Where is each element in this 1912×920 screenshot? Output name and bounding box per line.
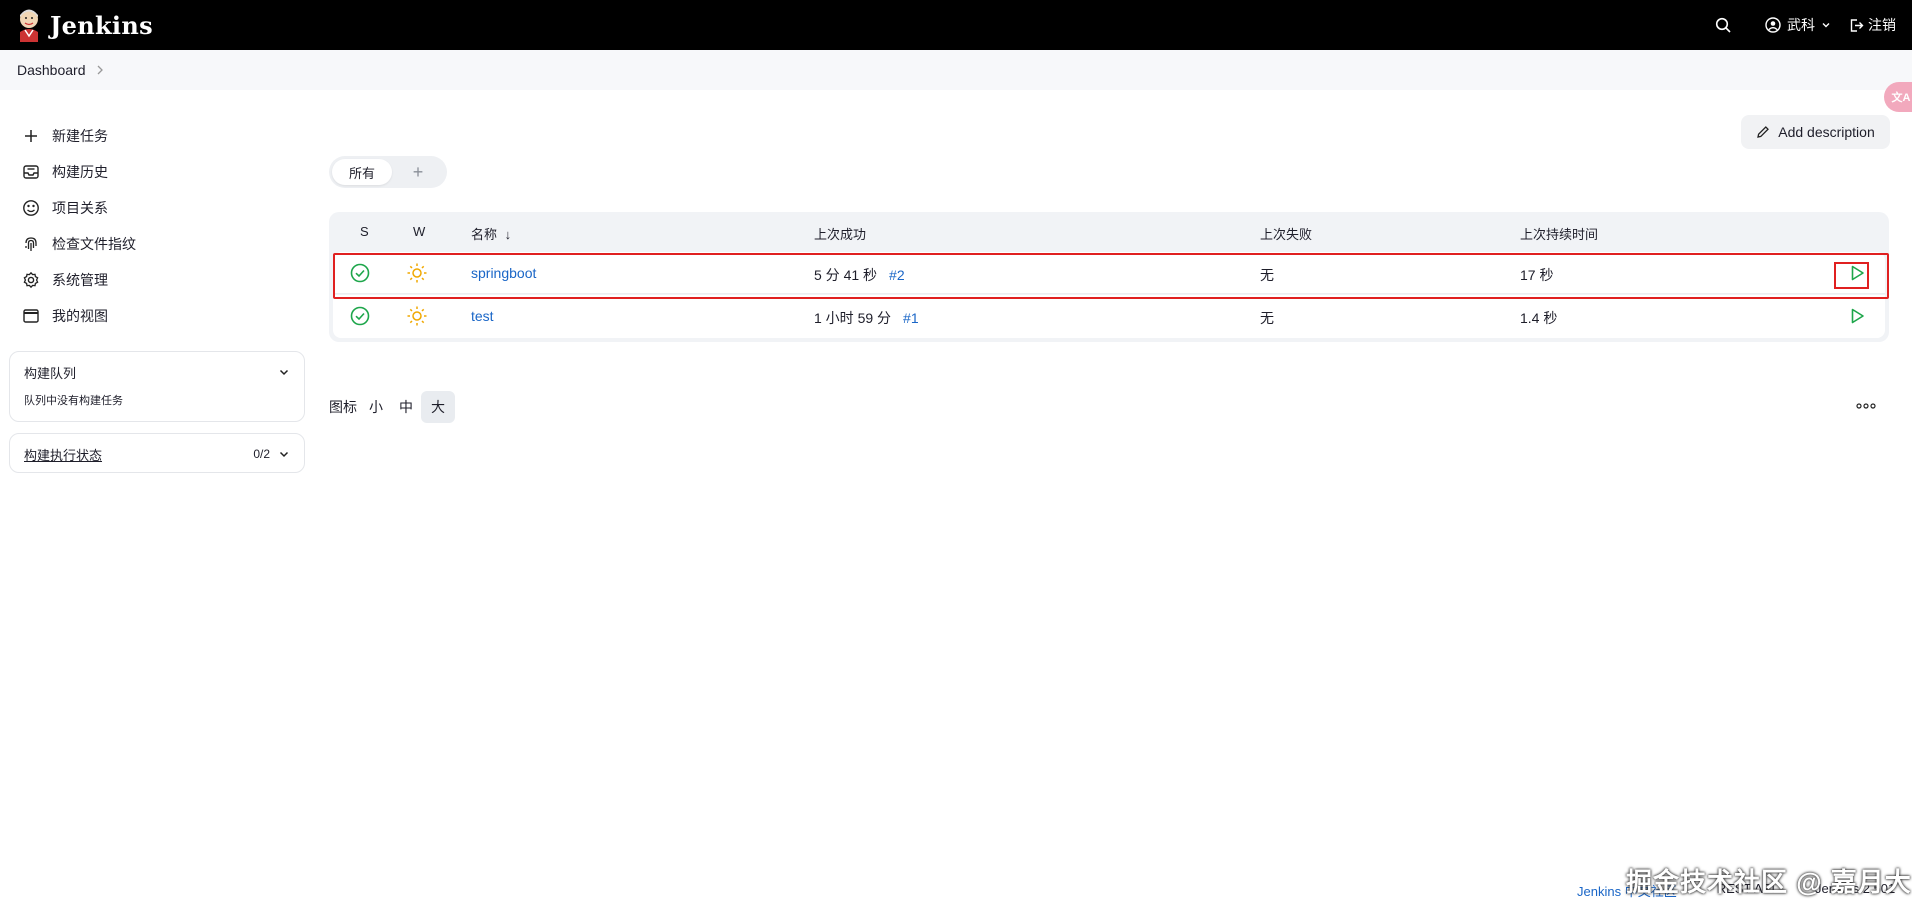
executors-title[interactable]: 构建执行状态 — [24, 445, 102, 464]
search-button[interactable] — [1715, 17, 1731, 33]
fingerprint-icon — [20, 233, 42, 255]
sidebar-item-label: 项目关系 — [52, 200, 108, 216]
logout-label: 注销 — [1868, 17, 1896, 33]
chevron-right-icon[interactable] — [96, 65, 104, 75]
relation-icon — [20, 197, 42, 219]
window-icon — [20, 305, 42, 327]
sidebar-item-label: 我的视图 — [52, 308, 108, 324]
column-name[interactable]: 名称 ↓ — [471, 224, 511, 243]
icon-size-medium[interactable]: 中 — [389, 391, 423, 423]
sidebar-tasks: 新建任务 构建历史 项目关系 检查文件指纹 系统管理 我的视图 — [20, 118, 280, 334]
build-number-link[interactable]: #1 — [903, 310, 919, 326]
success-status-icon[interactable] — [349, 305, 371, 327]
add-description-button[interactable]: Add description — [1741, 115, 1890, 149]
sunny-weather-icon[interactable] — [406, 262, 428, 284]
last-duration-cell: 17 秒 — [1520, 267, 1554, 283]
top-header: Jenkins 武科 注销 — [0, 0, 1912, 50]
gear-icon — [20, 269, 42, 291]
sidebar-item-label: 检查文件指纹 — [52, 236, 136, 252]
sidebar-item-fingerprint[interactable]: 检查文件指纹 — [20, 226, 280, 262]
build-queue-header[interactable]: 构建队列 — [10, 352, 304, 392]
column-last-failure[interactable]: 上次失败 — [1260, 224, 1312, 243]
sidebar-item-new-job[interactable]: 新建任务 — [20, 118, 280, 154]
user-name: 武科 — [1787, 17, 1815, 33]
success-status-icon[interactable] — [349, 262, 371, 284]
icon-size-selector: 图标 小 中 大 — [329, 391, 455, 423]
table-header: S W 名称 ↓ 上次成功 上次失败 上次持续时间 — [329, 212, 1889, 250]
build-queue-empty: 队列中没有构建任务 — [24, 395, 123, 407]
watermark: 掘金技术社区 @ 嘉月大 — [1626, 867, 1912, 897]
sidebar-item-build-history[interactable]: 构建历史 — [20, 154, 280, 190]
translate-icon[interactable]: 文A — [1884, 82, 1912, 112]
logout-icon — [1850, 18, 1864, 32]
last-duration-cell: 1.4 秒 — [1520, 310, 1558, 326]
icon-size-label: 图标 — [329, 399, 357, 415]
column-weather[interactable]: W — [413, 224, 425, 239]
icon-size-large[interactable]: 大 — [421, 391, 455, 423]
jenkins-logo-icon — [20, 9, 38, 42]
icon-size-small[interactable]: 小 — [359, 391, 393, 423]
sidebar-item-project-relationship[interactable]: 项目关系 — [20, 190, 280, 226]
play-icon[interactable] — [1846, 305, 1868, 327]
plus-icon — [20, 125, 42, 147]
last-failure-cell: 无 — [1260, 310, 1274, 326]
tab-all[interactable]: 所有 — [332, 159, 392, 185]
last-success-cell: 5 分 41 秒 #2 — [814, 265, 905, 285]
logout-button[interactable]: 注销 — [1849, 15, 1896, 35]
build-queue-pane: 构建队列 队列中没有构建任务 — [9, 351, 305, 422]
add-view-button[interactable]: + — [392, 162, 444, 183]
breadcrumb: Dashboard — [0, 50, 1912, 90]
search-icon — [1715, 17, 1731, 33]
executors-pane: 构建执行状态 0/2 — [9, 433, 305, 473]
table-row: test 1 小时 59 分 #1 无 1.4 秒 — [333, 295, 1885, 338]
view-tabs: 所有 + — [329, 156, 447, 188]
sidebar-item-label: 系统管理 — [52, 272, 108, 288]
build-number-link[interactable]: #2 — [889, 267, 905, 283]
jobs-table: S W 名称 ↓ 上次成功 上次失败 上次持续时间 springboot 5 分… — [329, 212, 1889, 342]
job-link-test[interactable]: test — [471, 308, 494, 324]
table-row: springboot 5 分 41 秒 #2 无 17 秒 — [333, 252, 1885, 294]
sidebar-item-manage-jenkins[interactable]: 系统管理 — [20, 262, 280, 298]
column-status[interactable]: S — [360, 224, 369, 239]
column-name-label: 名称 — [471, 227, 498, 242]
more-options-icon[interactable] — [1855, 398, 1877, 414]
chevron-down-icon[interactable] — [278, 448, 290, 460]
last-failure-cell: 无 — [1260, 267, 1274, 283]
pencil-icon — [1757, 126, 1770, 138]
sidebar-item-label: 新建任务 — [52, 128, 108, 144]
job-link-springboot[interactable]: springboot — [471, 265, 536, 281]
sort-arrow-icon: ↓ — [504, 227, 512, 242]
add-description-label: Add description — [1778, 124, 1875, 140]
user-menu[interactable]: 武科 — [1765, 15, 1831, 35]
column-last-success[interactable]: 上次成功 — [814, 224, 866, 243]
executors-count: 0/2 — [253, 447, 270, 461]
user-icon — [1765, 17, 1781, 33]
column-last-duration[interactable]: 上次持续时间 — [1520, 224, 1598, 243]
build-queue-title: 构建队列 — [24, 365, 77, 381]
chevron-down-icon[interactable] — [278, 366, 290, 378]
sunny-weather-icon[interactable] — [406, 305, 428, 327]
last-success-time: 1 小时 59 分 — [814, 310, 892, 326]
last-success-cell: 1 小时 59 分 #1 — [814, 308, 919, 328]
jenkins-brand[interactable]: Jenkins — [16, 8, 153, 42]
last-success-time: 5 分 41 秒 — [814, 267, 878, 283]
inbox-icon — [20, 161, 42, 183]
breadcrumb-dashboard[interactable]: Dashboard — [17, 62, 86, 78]
brand-name: Jenkins — [50, 10, 153, 40]
sidebar-item-my-views[interactable]: 我的视图 — [20, 298, 280, 334]
sidebar-item-label: 构建历史 — [52, 164, 108, 180]
play-icon[interactable] — [1846, 262, 1868, 284]
executors-header[interactable]: 构建执行状态 0/2 — [10, 434, 304, 474]
chevron-down-icon — [1822, 23, 1830, 28]
